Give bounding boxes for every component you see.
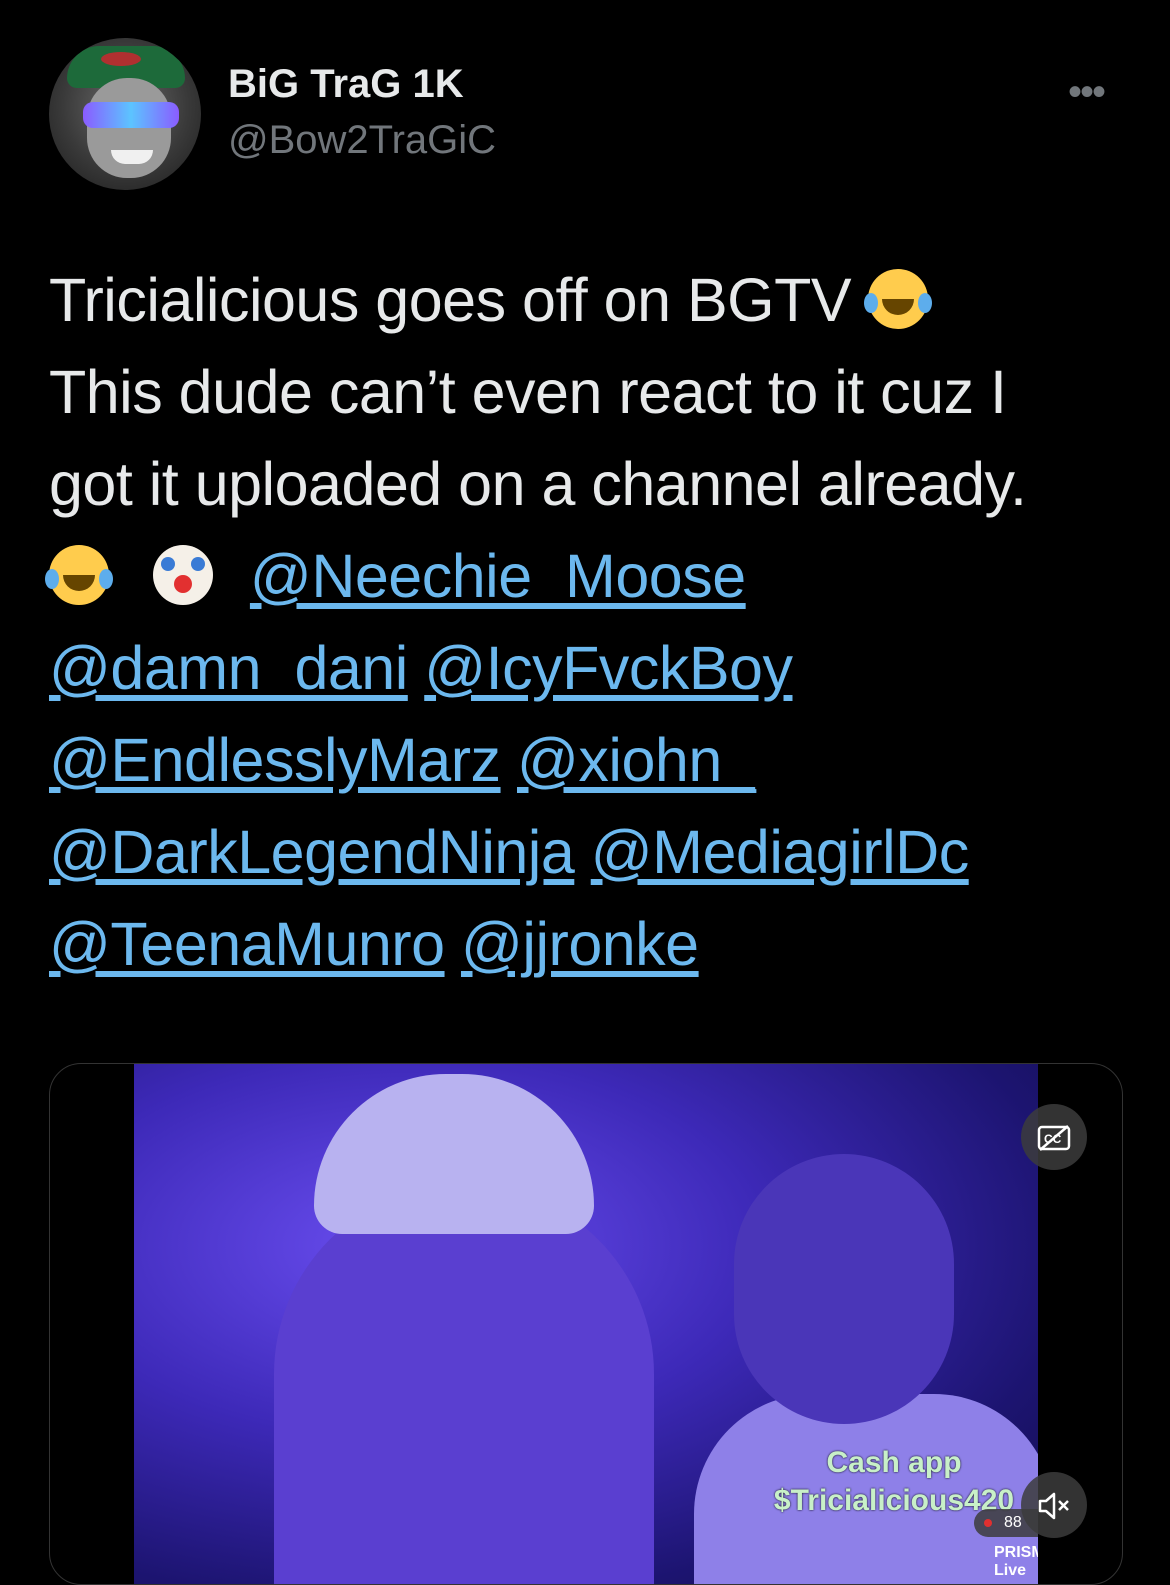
tweet-line-8: @TeenaMunro @jjronke <box>49 898 1129 990</box>
tweet-line-2: This dude can’t even react to it cuz I <box>49 358 1007 426</box>
author-avatar[interactable] <box>49 38 201 190</box>
clown-face-icon <box>153 545 214 605</box>
tweet-line-5: @damn_dani @IcyFvckBoy <box>49 622 1129 714</box>
mention-link[interactable]: @xiohn_ <box>517 726 756 794</box>
tweet-line-6: @EndlesslyMarz @xiohn_ <box>49 714 1129 806</box>
author-display-name[interactable]: BiG TraG 1K <box>228 62 464 107</box>
author-handle[interactable]: @Bow2TraGiC <box>228 118 496 163</box>
video-media-card[interactable]: Cash app $Tricialicious420 88 PRISM Live… <box>49 1063 1123 1585</box>
tweet-line-7: @DarkLegendNinja @MediagirlDc <box>49 806 1129 898</box>
volume-muted-icon[interactable] <box>1021 1472 1087 1538</box>
video-beanie <box>314 1074 594 1234</box>
avatar-glasses <box>83 102 179 128</box>
face-with-tears-of-joy-icon <box>45 545 109 605</box>
viewer-count: 88 <box>1004 1514 1022 1531</box>
mention-link[interactable]: @DarkLegendNinja <box>49 818 575 886</box>
face-with-tears-of-joy-icon <box>863 269 928 329</box>
video-frame[interactable]: Cash app $Tricialicious420 88 PRISM Live <box>134 1064 1038 1584</box>
mention-link[interactable]: @damn_dani <box>49 634 408 702</box>
video-person-right <box>734 1154 954 1424</box>
tweet-line-3: got it uploaded on a channel already. <box>49 450 1027 518</box>
mention-link[interactable]: @TeenaMunro <box>49 910 445 978</box>
mention-link[interactable]: @IcyFvckBoy <box>424 634 793 702</box>
tweet-text-segment: Tricialicious goes off on BGTV <box>49 266 852 334</box>
mention-link[interactable]: @jjronke <box>461 910 699 978</box>
prism-live-watermark: PRISM Live <box>994 1544 1038 1579</box>
live-dot-icon <box>984 1519 992 1527</box>
mention-link[interactable]: @Neechie_Moose <box>250 542 746 610</box>
closed-captions-off-icon[interactable]: CC <box>1021 1104 1087 1170</box>
more-options-icon[interactable]: ••• <box>1068 70 1106 115</box>
video-person-left <box>274 1184 654 1584</box>
tweet-text: Tricialicious goes off on BGTV This dude… <box>45 254 1129 990</box>
mention-link[interactable]: @EndlesslyMarz <box>49 726 501 794</box>
tweet-line-4: @Neechie_Moose <box>45 530 1129 622</box>
cash-app-label: Cash app <box>826 1446 962 1479</box>
tweet-line-1: Tricialicious goes off on BGTV <box>49 254 1129 346</box>
mention-link[interactable]: @MediagirlDc <box>591 818 969 886</box>
